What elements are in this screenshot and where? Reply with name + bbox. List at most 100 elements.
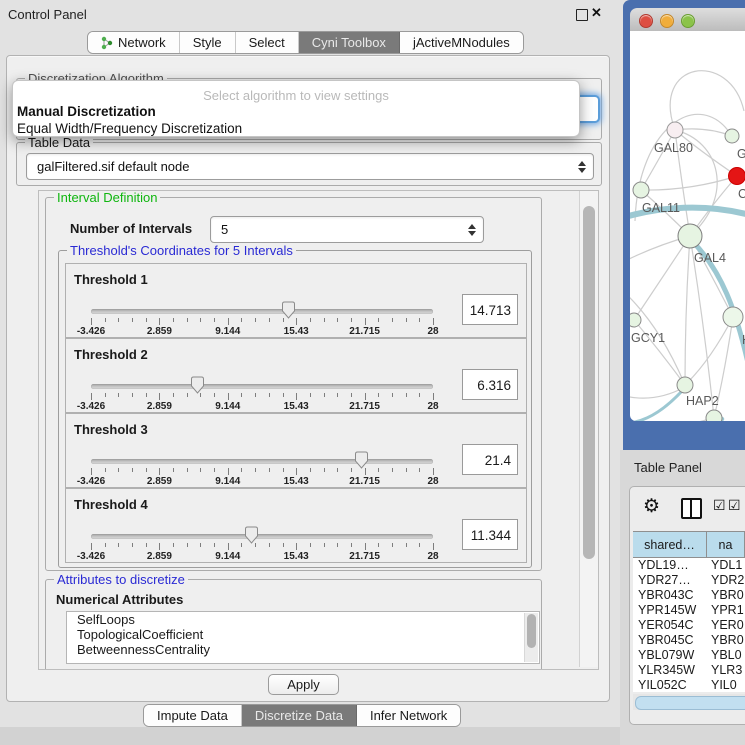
threshold-2-row: Threshold 2 -3.4262.8599.14415.4321.7152… (65, 338, 527, 413)
tab-jactivemnodules[interactable]: jActiveMNodules (400, 32, 523, 53)
attributes-group: Attributes to discretize Numerical Attri… (45, 579, 542, 670)
split-columns-icon[interactable] (681, 498, 702, 519)
close-panel-icon[interactable]: ✕ (591, 5, 602, 21)
tab-discretize-data[interactable]: Discretize Data (242, 705, 357, 726)
table-row[interactable]: YBR045CYBR0 (633, 633, 745, 648)
list-item[interactable]: BetweennessCentrality (67, 642, 539, 657)
table-row[interactable]: YDR27…YDR2 (633, 573, 745, 588)
table-data-value: galFiltered.sif default node (27, 159, 575, 174)
column-header-name[interactable]: na (707, 532, 745, 557)
number-of-intervals-value: 5 (211, 222, 465, 237)
tab-impute-data[interactable]: Impute Data (144, 705, 242, 726)
tab-cyni-toolbox[interactable]: Cyni Toolbox (299, 32, 400, 53)
tab-select[interactable]: Select (236, 32, 299, 53)
node-label: GAL80 (654, 141, 693, 155)
node-partial-h[interactable] (723, 307, 743, 327)
attributes-title: Attributes to discretize (54, 572, 188, 587)
node-label: GA (737, 147, 745, 161)
threshold-4-slider[interactable]: -3.4262.8599.14415.4321.71528 (66, 489, 526, 562)
number-of-intervals-label: Number of Intervals (70, 221, 192, 236)
tab-infer-network[interactable]: Infer Network (357, 705, 460, 726)
node-label: C (738, 187, 745, 201)
top-tab-bar: Network Style Select Cyni Toolbox jActiv… (87, 31, 524, 54)
algorithm-popup-hint: Select algorithm to view settings (13, 81, 579, 103)
tab-network[interactable]: Network (88, 32, 180, 53)
table-row[interactable]: YIL052CYIL0 (633, 678, 745, 693)
column-header-shared-name[interactable]: shared… (633, 532, 707, 557)
scrollbar-thumb[interactable] (635, 696, 745, 710)
node-gal4[interactable] (678, 224, 702, 248)
table-row[interactable]: YDL19…YDL1 (633, 558, 745, 573)
settings-scrollpane: Interval Definition Number of Intervals … (38, 190, 599, 670)
threshold-4-row: Threshold 4 -3.4262.8599.14415.4321.7152… (65, 488, 527, 563)
scrollbar-thumb[interactable] (583, 206, 595, 559)
table-row[interactable]: YBL079WYBL0 (633, 648, 745, 663)
algorithm-option-equal-width[interactable]: Equal Width/Frequency Discretization (13, 120, 579, 137)
table-header-row: shared… na (633, 531, 745, 558)
node-hap2[interactable] (677, 377, 693, 393)
checkbox-icon[interactable]: ☑ (713, 497, 726, 514)
algorithm-option-manual[interactable]: Manual Discretization (13, 103, 579, 120)
threshold-2-slider[interactable]: -3.4262.8599.14415.4321.71528 (66, 339, 526, 412)
list-scrollbar[interactable] (524, 613, 538, 662)
interval-definition-title: Interval Definition (54, 190, 160, 205)
main-scrollbar[interactable] (579, 191, 598, 667)
slider-thumb[interactable] (244, 526, 259, 544)
node-label: GCY1 (631, 331, 665, 345)
table-data-title: Table Data (25, 135, 93, 150)
threshold-1-row: Threshold 1 -3.4262.8599.14415.4321.7152… (65, 263, 527, 338)
checkbox-icon[interactable]: ☑ (728, 497, 741, 514)
node-bottom-partial[interactable] (706, 410, 722, 421)
number-of-intervals-combobox[interactable]: 5 (210, 216, 484, 243)
node-label: HAP2 (686, 394, 719, 408)
table-data-combobox[interactable]: galFiltered.sif default node (26, 153, 594, 180)
node-label: GAL11 (642, 201, 680, 215)
table-row[interactable]: YER054CYER0 (633, 618, 745, 633)
interval-definition-group: Interval Definition Number of Intervals … (45, 197, 542, 571)
node-selected-red[interactable] (729, 168, 745, 185)
tab-style[interactable]: Style (180, 32, 236, 53)
thresholds-title: Threshold's Coordinates for 5 Intervals (67, 243, 296, 258)
close-window-icon[interactable] (639, 14, 653, 28)
stepper-icon (465, 224, 479, 236)
threshold-2-value-field[interactable]: 6.316 (462, 369, 518, 400)
table-row[interactable]: YBR043CYBR0 (633, 588, 745, 603)
slider-thumb[interactable] (190, 376, 205, 394)
bottom-tab-bar: Impute Data Discretize Data Infer Networ… (143, 704, 461, 727)
float-panel-icon[interactable] (576, 9, 588, 21)
threshold-1-slider[interactable]: -3.4262.8599.14415.4321.71528 (66, 264, 526, 337)
node-partial-ga[interactable] (725, 129, 739, 143)
threshold-3-slider[interactable]: -3.4262.8599.14415.4321.71528 (66, 414, 526, 487)
slider-thumb[interactable] (354, 451, 369, 469)
list-item[interactable]: TopologicalCoefficient (67, 627, 539, 642)
table-horizontal-scrollbar[interactable] (633, 694, 745, 710)
threshold-3-value-field[interactable]: 21.4 (462, 444, 518, 475)
table-row[interactable]: YLR345WYLR3 (633, 663, 745, 678)
threshold-1-value-field[interactable]: 14.713 (462, 294, 518, 325)
table-panel-title: Table Panel (634, 460, 702, 475)
numerical-attributes-list[interactable]: SelfLoops TopologicalCoefficient Between… (66, 611, 540, 664)
node-gal11[interactable] (633, 182, 649, 198)
algorithm-dropdown-popup: Select algorithm to view settings Manual… (12, 80, 580, 137)
network-window-titlebar[interactable] (630, 8, 745, 32)
zoom-window-icon[interactable] (681, 14, 695, 28)
thresholds-group: Threshold's Coordinates for 5 Intervals … (58, 250, 532, 568)
node-gcy1[interactable] (630, 313, 641, 327)
minimize-window-icon[interactable] (660, 14, 674, 28)
bottom-strip (0, 727, 620, 745)
numerical-attributes-label: Numerical Attributes (56, 592, 183, 607)
threshold-3-row: Threshold 3 -3.4262.8599.14415.4321.7152… (65, 413, 527, 488)
node-label: GAL4 (694, 251, 726, 265)
panel-title: Control Panel (8, 7, 87, 22)
list-item[interactable]: SelfLoops (67, 612, 539, 627)
node-table: shared… na YDL19…YDL1 YDR27…YDR2 YBR043C… (633, 531, 745, 692)
network-icon (101, 36, 113, 50)
apply-button[interactable]: Apply (268, 674, 339, 695)
table-row[interactable]: YPR145WYPR1 (633, 603, 745, 618)
network-view[interactable]: GAL80 GA C GAL11 GAL4 GCY1 H HAP2 (630, 31, 745, 421)
stepper-icon (575, 161, 589, 173)
slider-thumb[interactable] (281, 301, 296, 319)
threshold-4-value-field[interactable]: 11.344 (462, 519, 518, 550)
gear-icon[interactable]: ⚙ (643, 495, 660, 518)
node-gal80[interactable] (667, 122, 683, 138)
